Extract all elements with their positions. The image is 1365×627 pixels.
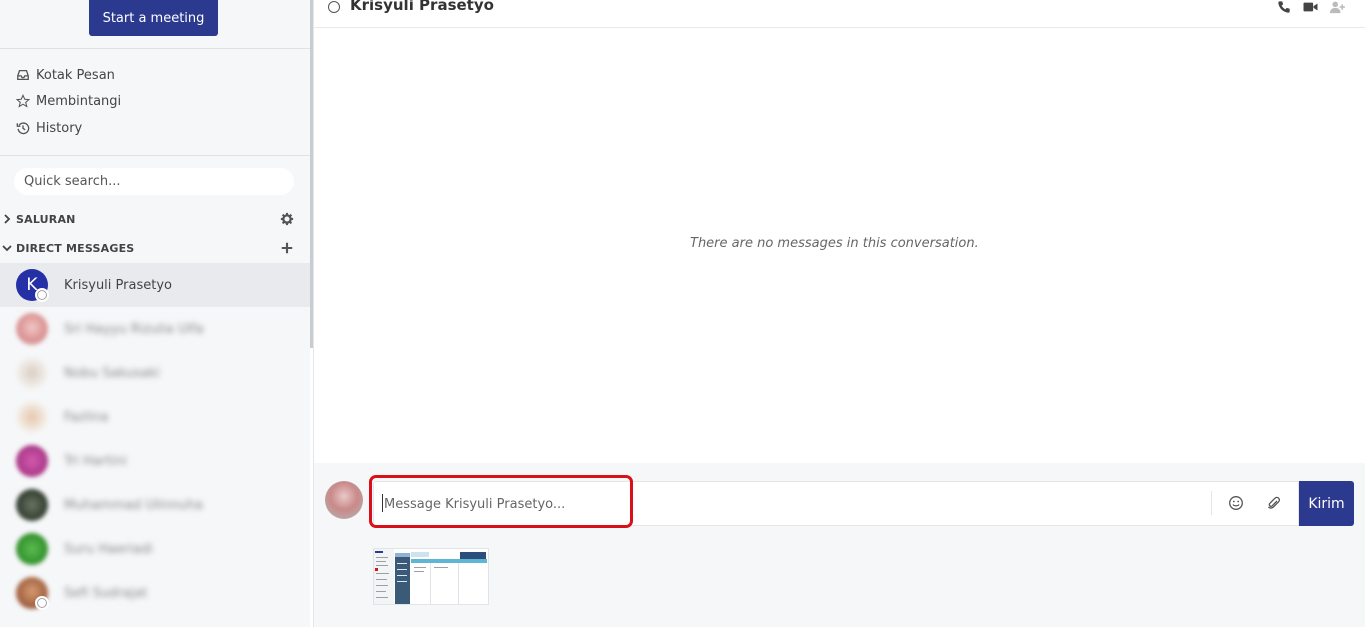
dm-item[interactable]: Muhammad Ulinnuha [0,483,310,527]
dm-item[interactable]: Sefi Sudrajat [0,571,310,615]
nav-label: Kotak Pesan [36,67,115,83]
dm-item[interactable]: Fazlina [0,395,310,439]
gear-icon[interactable] [280,212,294,226]
dm-item[interactable]: Tri Hartini [0,439,310,483]
section-label: DIRECT MESSAGES [16,241,135,255]
avatar [325,481,363,519]
avatar [16,401,48,433]
avatar [16,313,48,345]
add-user-icon[interactable] [1328,0,1346,14]
dm-name: Krisyuli Prasetyo [64,277,172,293]
section-saluran[interactable]: SALURAN [2,210,76,228]
section-label: SALURAN [16,212,76,226]
avatar [16,533,48,565]
avatar [16,357,48,389]
section-direct-messages[interactable]: DIRECT MESSAGES [2,239,134,257]
divider [0,48,310,49]
send-button[interactable]: Kirim [1299,481,1354,526]
phone-icon[interactable] [1277,0,1291,14]
dm-name: Suru Haeriadi [64,541,153,557]
avatar [16,445,48,477]
attachment-thumbnail[interactable] [373,548,489,605]
nav-item-membintangi[interactable]: Membintangi [16,91,121,111]
dm-name: Muhammad Ulinnuha [64,497,204,513]
divider [0,155,310,156]
search-placeholder: Quick search... [24,174,121,189]
conversation-header: Krisyuli Prasetyo [314,0,1365,28]
sidebar: Start a meeting Kotak Pesan Membintangi … [0,0,310,627]
screenshot-thumbnail-image [374,549,488,604]
avatar [16,489,48,521]
dm-item[interactable]: Suru Haeriadi [0,527,310,571]
dm-name: Nobu Sakusaki [64,365,160,381]
divider [1211,491,1212,515]
quick-search-input[interactable]: Quick search... [14,168,294,195]
highlight-annotation [369,475,633,528]
dm-name: Fazlina [64,409,109,425]
video-camera-icon[interactable] [1302,0,1319,14]
nav-item-kotak-pesan[interactable]: Kotak Pesan [16,65,115,85]
status-circle-icon [328,1,340,13]
nav-item-history[interactable]: History [16,118,82,138]
nav-label: Membintangi [36,93,122,109]
status-dot [35,288,49,302]
dm-name: Tri Hartini [64,453,127,469]
nav-label: History [36,120,83,136]
start-meeting-button[interactable]: Start a meeting [89,0,218,36]
history-icon [16,122,30,135]
star-icon [16,94,30,108]
chevron-down-icon [2,245,12,252]
status-dot [35,596,49,610]
paperclip-icon[interactable] [1266,495,1282,511]
empty-conversation-text: There are no messages in this conversati… [690,236,979,251]
dm-name: Sri Hayyu Rizulia Ulfa [64,321,204,337]
dm-item[interactable]: Sri Hayyu Rizulia Ulfa [0,307,310,351]
plus-icon[interactable] [280,241,294,255]
inbox-icon [17,69,29,81]
chevron-right-icon [4,214,11,224]
conversation-title: Krisyuli Prasetyo [350,0,494,14]
dm-name: Sefi Sudrajat [64,585,148,601]
dm-item-krisyuli-prasetyo[interactable]: K Krisyuli Prasetyo [0,263,310,307]
emoji-icon[interactable] [1228,495,1244,511]
dm-item[interactable]: Nobu Sakusaki [0,351,310,395]
